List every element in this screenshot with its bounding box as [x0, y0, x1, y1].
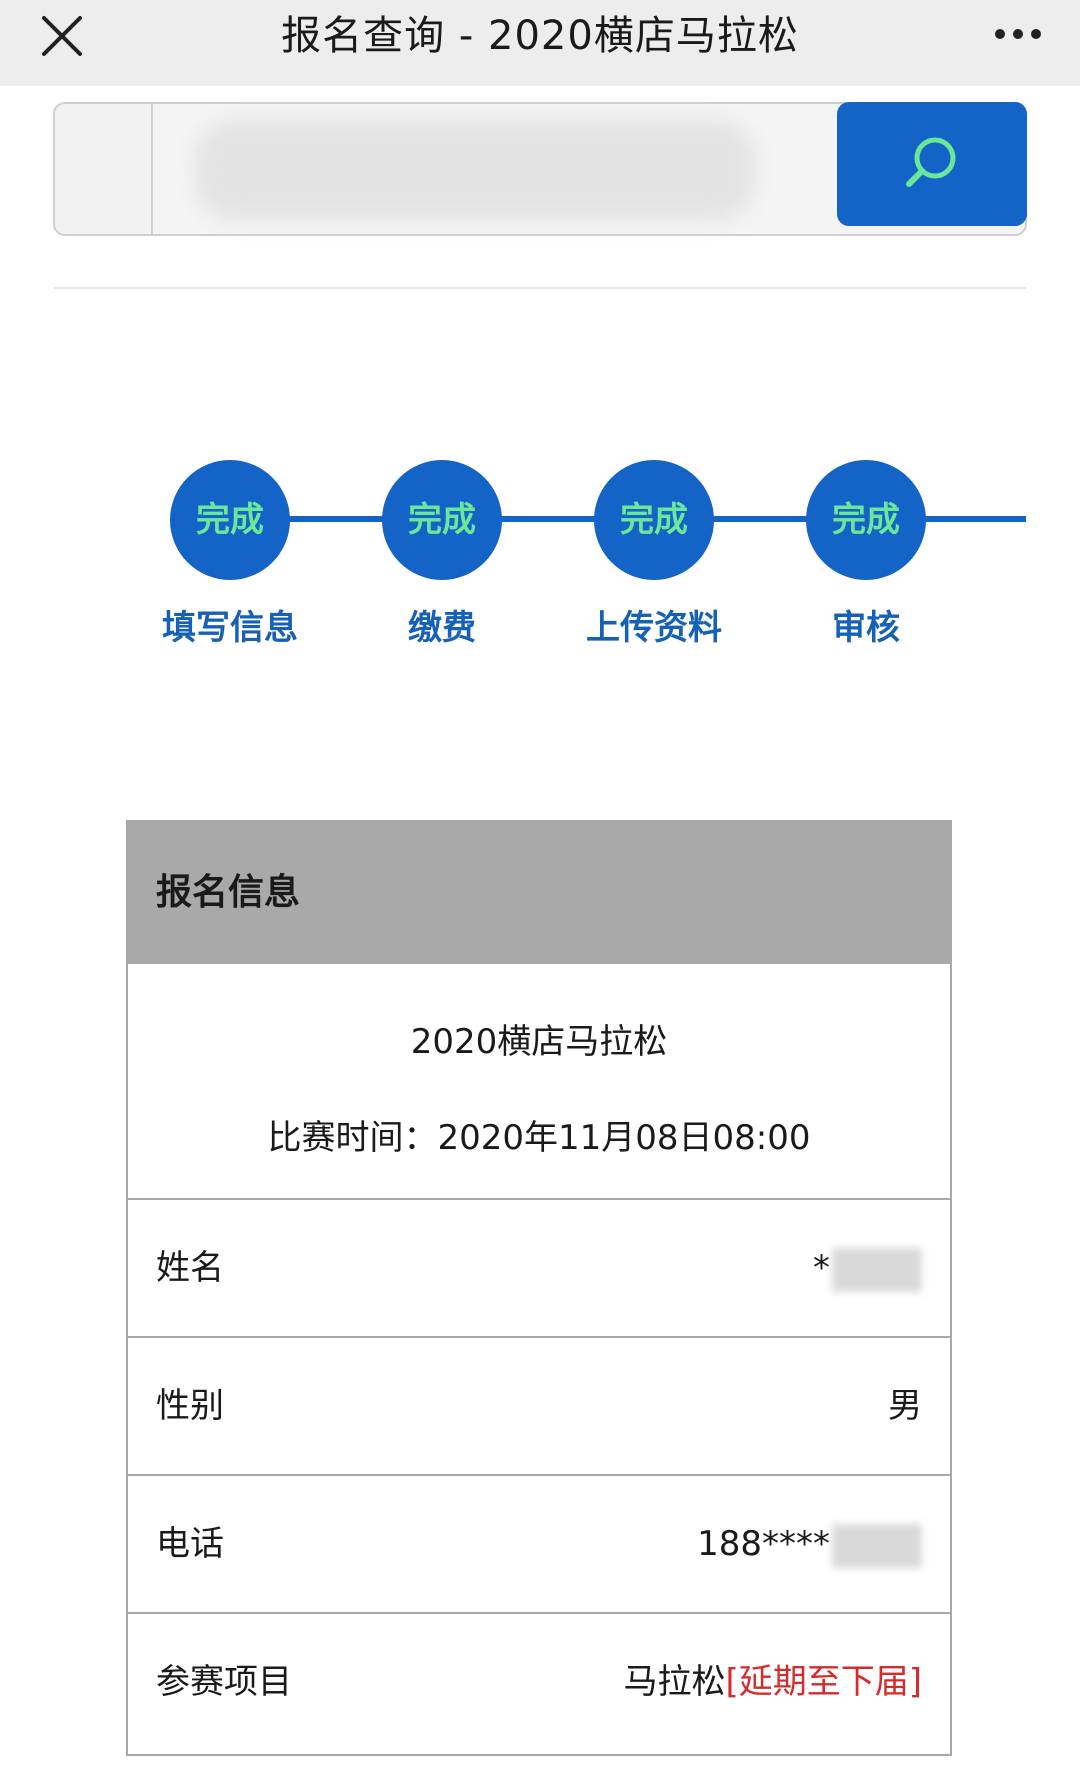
search-icon [906, 137, 956, 187]
event-name: 2020横店马拉松 [410, 1022, 668, 1062]
gender-value: 男 [888, 1386, 922, 1426]
search-bar [53, 102, 1027, 236]
step-label-upload: 上传资料 [586, 608, 722, 648]
name-value: * [813, 1248, 830, 1288]
row-label: 性别 [156, 1386, 224, 1426]
phone-value: 188**** [697, 1524, 830, 1564]
row-gender: 性别 男 [128, 1336, 950, 1474]
redaction-mask [195, 120, 755, 220]
top-bar: 报名查询 - 2020横店马拉松 [0, 0, 1080, 86]
row-label: 姓名 [156, 1248, 224, 1288]
row-name: 姓名 * [128, 1198, 950, 1336]
page-title: 报名查询 - 2020横店马拉松 [281, 13, 799, 59]
row-label: 电话 [156, 1524, 224, 1564]
step-label-payment: 缴费 [408, 608, 476, 648]
step-circle-review: 完成 [806, 460, 926, 580]
row-phone: 电话 188**** [128, 1474, 950, 1612]
card-header: 报名信息 [128, 822, 950, 964]
search-button[interactable] [837, 102, 1027, 226]
divider [53, 287, 1027, 289]
step-circle-upload: 完成 [594, 460, 714, 580]
row-value: 马拉松[延期至下届] [623, 1614, 922, 1750]
row-event-category: 参赛项目 马拉松[延期至下届] [128, 1612, 950, 1750]
postponed-tag: [延期至下届] [725, 1662, 922, 1702]
search-prefix [55, 104, 153, 234]
progress-steps: 完成 完成 完成 完成 填写信息 缴费 上传资料 审核 [0, 440, 1080, 680]
redaction-mask [832, 1523, 922, 1568]
redaction-mask [832, 1247, 922, 1292]
event-time: 比赛时间：2020年11月08日08:00 [267, 1118, 811, 1158]
row-label: 参赛项目 [156, 1662, 292, 1702]
more-icon[interactable] [992, 20, 1044, 48]
step-circle-fill-info: 完成 [170, 460, 290, 580]
row-value: 188**** [697, 1476, 922, 1612]
step-circle-payment: 完成 [382, 460, 502, 580]
category-value: 马拉松 [623, 1662, 726, 1702]
step-label-fill-info: 填写信息 [162, 608, 298, 648]
step-label-review: 审核 [832, 608, 900, 648]
row-value: * [813, 1200, 922, 1336]
registration-info-card: 报名信息 2020横店马拉松 比赛时间：2020年11月08日08:00 姓名 … [126, 820, 952, 1756]
